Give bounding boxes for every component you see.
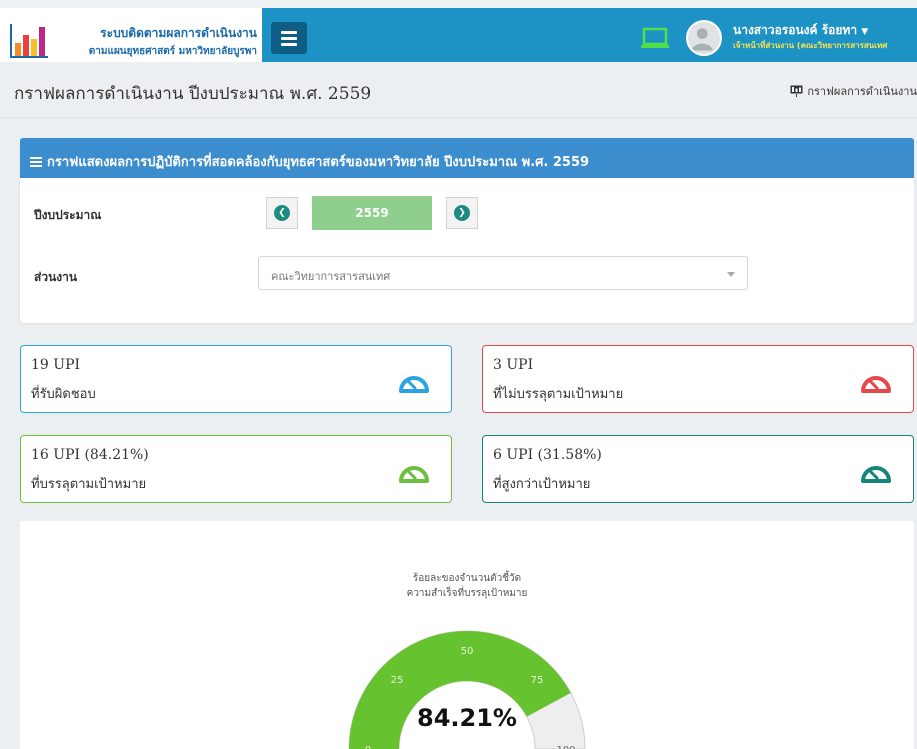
logo[interactable]: ระบบติดตามผลการดำเนินงาน ตามแผนยุทธศาสตร… [0, 8, 262, 62]
stat-value: 16 UPI (84.21%) [31, 447, 149, 463]
laptop-icon[interactable] [640, 27, 670, 49]
gauge-icon [861, 376, 891, 393]
stat-box-achieved: 16 UPI (84.21%) ที่บรรลุตามเป้าหมาย [20, 435, 452, 503]
page-title: กราฟผลการดำเนินงาน ปีงบประมาณ พ.ศ. 2559 [14, 84, 372, 104]
gauge-tick-label: 50 [461, 646, 474, 657]
chart-title-line-1: ร้อยละของจำนวนตัวชี้วัด [413, 570, 521, 584]
stat-box-not-achieved: 3 UPI ที่ไม่บรรลุตามเป้าหมาย [482, 345, 914, 413]
stat-box-responsible: 19 UPI ที่รับผิดชอบ [20, 345, 452, 413]
gauge-icon [399, 466, 429, 483]
logo-title: ระบบติดตามผลการดำเนินงาน [100, 26, 257, 40]
logo-chart-icon [8, 21, 50, 61]
gauge-tick-label: 25 [391, 675, 404, 686]
gauge-icon [399, 376, 429, 393]
stat-value: 19 UPI [31, 357, 81, 373]
avatar[interactable] [686, 20, 722, 56]
filter-panel-title: กราฟแสดงผลการปฏิบัติการที่สอดคล้องกับยุท… [30, 151, 589, 172]
next-year-button[interactable]: ❯ [446, 197, 478, 229]
unit-select-value: คณะวิทยาการสารสนเทศ [271, 270, 391, 283]
user-menu[interactable]: นางสาวอรอนงค์ ร้อยทา ▼ [733, 21, 868, 40]
chart-board-icon [790, 85, 803, 97]
top-strip [0, 0, 917, 8]
gauge-value-label: 84.21% [417, 704, 517, 732]
stat-value: 3 UPI [493, 357, 534, 373]
chevron-right-icon: ❯ [454, 205, 470, 221]
stat-label: ที่ไม่บรรลุตามเป้าหมาย [493, 387, 624, 402]
unit-label: ส่วนงาน [34, 270, 78, 284]
filter-panel-heading: กราฟแสดงผลการปฏิบัติการที่สอดคล้องกับยุท… [47, 155, 590, 170]
gauge-tick-label: 0 [365, 745, 371, 749]
gauge-chart: ร้อยละของจำนวนตัวชี้วัด ความสำเร็จที่บรร… [348, 570, 586, 749]
unit-select[interactable]: คณะวิทยาการสารสนเทศ [258, 256, 748, 290]
year-label: ปีงบประมาณ [34, 208, 102, 222]
list-icon [30, 156, 42, 167]
prev-year-button[interactable]: ❮ [266, 197, 298, 229]
caret-down-icon: ▼ [861, 27, 869, 37]
breadcrumb-label: กราฟผลการดำเนินงาน [807, 85, 917, 98]
gauge-icon [861, 466, 891, 483]
stat-label: ที่รับผิดชอบ [31, 387, 96, 402]
stat-value: 6 UPI (31.58%) [493, 447, 602, 463]
stat-label: ที่บรรลุตามเป้าหมาย [31, 477, 147, 492]
logo-subtitle: ตามแผนยุทธศาสตร์ มหาวิทยาลัยบูรพา [88, 46, 257, 57]
chevron-left-icon: ❮ [274, 205, 290, 221]
gauge-tick-label: 100 [556, 745, 575, 749]
chevron-down-icon [727, 272, 735, 277]
gauge-tick-label: 75 [531, 675, 544, 686]
stat-box-exceeded: 6 UPI (31.58%) ที่สูงกว่าเป้าหมาย [482, 435, 914, 503]
stat-label: ที่สูงกว่าเป้าหมาย [493, 477, 591, 492]
year-value: 2559 [312, 196, 432, 230]
user-name: นางสาวอรอนงค์ ร้อยทา [733, 23, 858, 37]
menu-toggle-button[interactable] [271, 22, 307, 54]
breadcrumb[interactable]: กราฟผลการดำเนินงาน [790, 82, 917, 100]
chart-title-line-2: ความสำเร็จที่บรรลุเป้าหมาย [407, 585, 528, 599]
user-role: เจ้าหน้าที่ส่วนงาน (คณะวิทยาการสารสนเทศ [733, 41, 888, 50]
menu-icon [281, 30, 297, 34]
